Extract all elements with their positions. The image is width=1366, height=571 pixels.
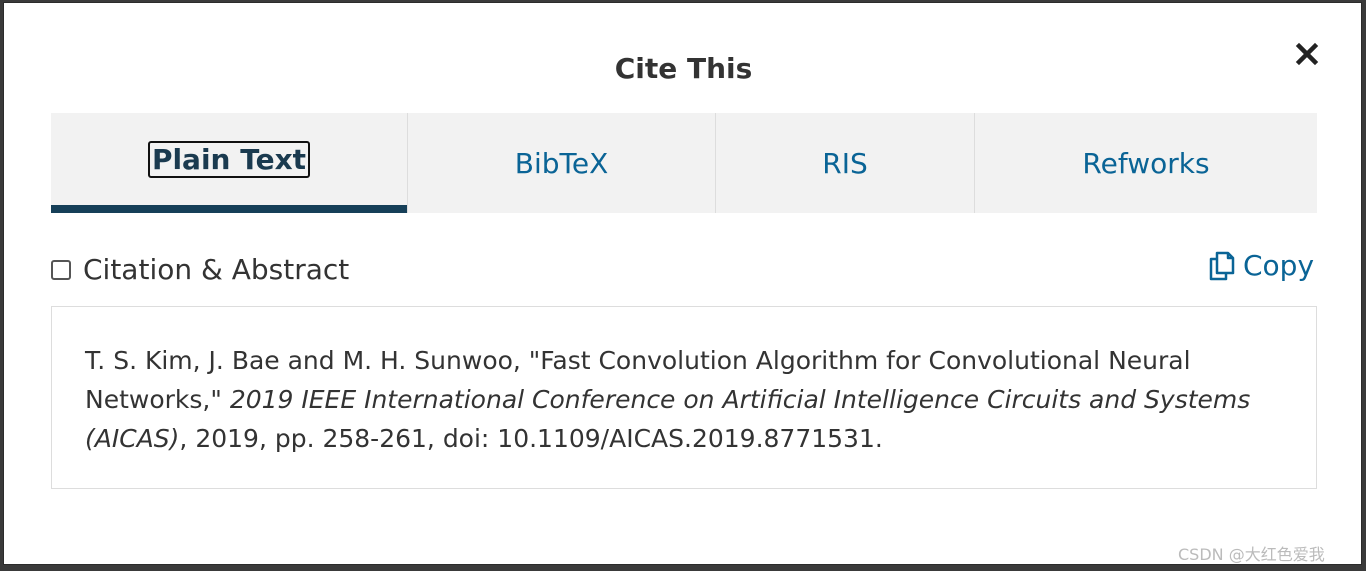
tab-bibtex[interactable]: BibTeX [408,113,716,213]
citation-details: , 2019, pp. 258-261, doi: 10.1109/AICAS.… [179,424,883,453]
close-button[interactable] [1290,37,1324,71]
copy-button[interactable]: Copy [1209,249,1314,282]
citation-abstract-option: Citation & Abstract [51,253,349,286]
tab-plain-text[interactable]: Plain Text [51,113,408,213]
watermark: CSDN @大红色爱我 [1178,545,1325,564]
close-icon [1295,42,1319,66]
citation-text: T. S. Kim, J. Bae and M. H. Sunwoo, "Fas… [85,341,1283,458]
tab-ris[interactable]: RIS [716,113,975,213]
copy-icon [1209,251,1235,280]
copy-label: Copy [1243,249,1315,282]
checkbox-label: Citation & Abstract [83,253,350,286]
citation-abstract-checkbox[interactable] [51,259,71,280]
tab-label: Plain Text [147,140,311,178]
tab-label: RIS [822,146,868,180]
tab-label: BibTeX [514,146,609,180]
cite-dialog: Cite This Plain Text BibTeX RIS Refworks… [3,2,1362,565]
dialog-title: Cite This [614,52,753,85]
tab-label: Refworks [1082,146,1210,180]
tab-refworks[interactable]: Refworks [975,113,1317,213]
citation-output[interactable]: T. S. Kim, J. Bae and M. H. Sunwoo, "Fas… [51,306,1317,489]
citation-format-tabs: Plain Text BibTeX RIS Refworks [51,113,1317,213]
